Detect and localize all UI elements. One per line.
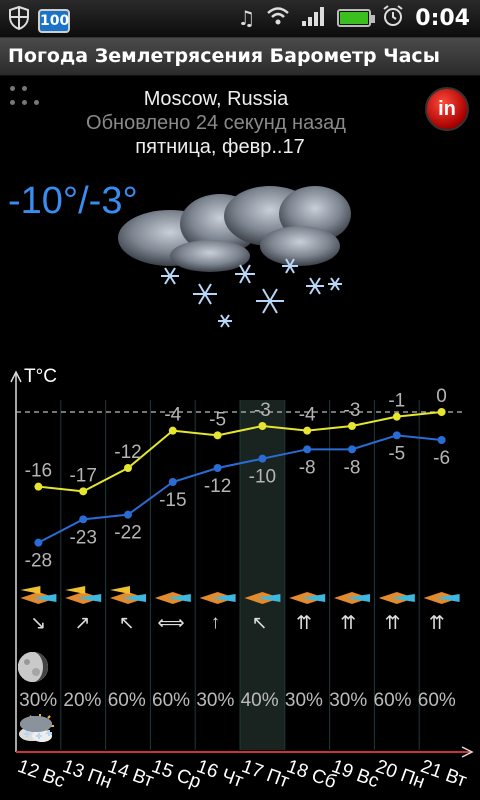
wind-direction-icon: ↖	[251, 613, 268, 634]
low-temp-point	[392, 431, 401, 440]
low-temp-label: -5	[388, 443, 405, 464]
precipitation-chance: 30%	[284, 690, 323, 711]
high-temp-label: -1	[388, 391, 405, 412]
wind-direction-row: ↘ ↗ ↖ ⟺ ↑ ↖ ⇈ ⇈ ⇈ ⇈	[16, 612, 464, 635]
high-temp-point	[79, 487, 88, 496]
precipitation-chance: 60%	[107, 690, 146, 711]
alarm-icon	[381, 4, 405, 32]
high-temp-point	[437, 408, 446, 416]
wind-flag-icon	[20, 586, 41, 594]
low-temp-label: -8	[299, 457, 316, 478]
low-temp-point	[213, 464, 222, 472]
low-temp-label: -12	[204, 476, 231, 497]
precipitation-row: 30% 20% 60% 60% 30% 40% 30% 30% 60% 60%	[16, 690, 464, 712]
high-temp-label: -4	[299, 405, 316, 426]
low-temp-label: -28	[25, 551, 52, 572]
wind-direction-icon: ↑	[210, 612, 221, 633]
high-temp-label: -5	[209, 409, 226, 430]
high-temp-point	[124, 464, 132, 472]
high-temp-label: -16	[25, 461, 52, 482]
wind-flag-icon	[65, 586, 86, 594]
high-temp-label: -12	[114, 442, 141, 463]
wind-direction-icon: ⇈	[384, 613, 401, 634]
low-temp-point	[258, 454, 267, 463]
music-note-icon: ♫	[237, 6, 256, 30]
high-temp-label: 0	[436, 386, 447, 407]
snow-cloud-icon	[110, 176, 360, 346]
low-temp-label: -10	[249, 467, 276, 488]
precipitation-chance: 30%	[19, 690, 58, 711]
low-temp-label: -6	[433, 448, 450, 469]
low-temp-point	[124, 510, 132, 519]
wind-direction-icon: ⇈	[340, 613, 357, 634]
high-temp-label: -3	[344, 400, 361, 421]
wind-direction-icon: ↖	[118, 613, 135, 634]
battery-badge-icon: 100	[38, 8, 70, 33]
low-temp-point	[168, 478, 177, 486]
high-temp-label: -17	[69, 465, 96, 486]
high-temp-point	[258, 422, 267, 430]
wind-flag-icon	[110, 586, 130, 594]
forecast-chart: -16 -17 -12 -4 -5 -3 -4 -3 -1 0 -28 -23 -22 -15 -12 -10…	[0, 360, 480, 800]
low-temp-point	[437, 436, 446, 444]
precipitation-chance: 60%	[373, 690, 412, 711]
forecast-chart-svg: -16 -17-12-4 -5 -3 -4 -3 -1 0-28-23 -22-15-12 -10…	[10, 370, 474, 758]
signal-icon	[301, 5, 327, 31]
low-temp-point	[34, 538, 43, 547]
battery-icon	[337, 9, 376, 27]
high-temp-label: -4	[164, 405, 181, 426]
precipitation-chance: 30%	[329, 690, 368, 711]
low-temp-point	[348, 445, 356, 454]
shield-icon	[8, 5, 30, 35]
app-title-bar: Погода Землетрясения Барометр Часы	[0, 38, 480, 76]
low-temp-label: -23	[69, 527, 96, 548]
clock: 0:04	[415, 5, 470, 31]
high-temp-point	[34, 482, 43, 491]
updated-text: Обновлено 24 секунд назад	[86, 112, 346, 134]
location-city[interactable]: Moscow, Russia	[0, 88, 456, 111]
precipitation-chance: 20%	[63, 690, 102, 711]
wifi-icon	[265, 5, 291, 31]
app-title: Погода Землетрясения Барометр Часы	[8, 45, 440, 67]
low-temp-label: -22	[114, 523, 141, 544]
date-text: пятница, февр..17	[135, 136, 305, 158]
precipitation-chance: 40%	[240, 690, 279, 711]
high-temp-point	[348, 422, 356, 430]
low-temp-label: -8	[344, 457, 361, 478]
precipitation-chance: 60%	[417, 690, 456, 711]
status-bar: 100 ♫ 0:04	[0, 0, 480, 38]
unit-label: T°C	[24, 366, 57, 387]
high-temp-point	[303, 426, 312, 435]
high-temp-point	[392, 412, 401, 421]
precipitation-chance: 60%	[152, 690, 191, 711]
precipitation-chance: 30%	[196, 690, 235, 711]
high-temp-point	[213, 431, 222, 440]
wind-direction-icon: ⇈	[428, 613, 445, 634]
wind-direction-icon: ⇈	[295, 613, 312, 634]
wind-direction-icon: ⟺	[157, 613, 185, 634]
wind-direction-icon: ↘	[30, 613, 47, 634]
high-temp-point	[168, 426, 177, 435]
high-temp-label: -3	[254, 400, 271, 421]
low-temp-label: -15	[159, 490, 186, 511]
low-temp-point	[303, 445, 312, 454]
low-temp-point	[79, 515, 88, 524]
wind-direction-icon: ↗	[74, 613, 91, 634]
in-button[interactable]: in	[425, 87, 469, 131]
